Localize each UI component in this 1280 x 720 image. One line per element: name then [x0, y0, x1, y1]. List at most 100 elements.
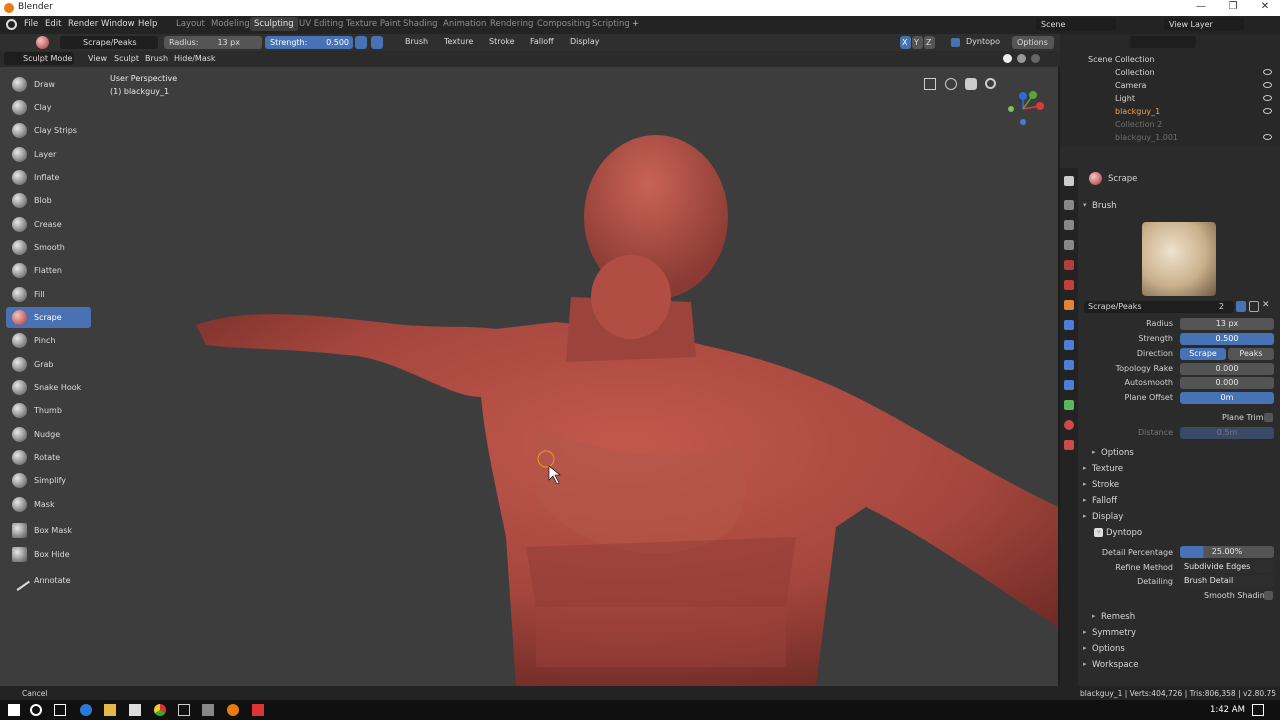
- tool-fill[interactable]: Fill: [6, 284, 91, 305]
- brush-header-menu[interactable]: Brush: [145, 54, 168, 63]
- plane-trim-checkbox[interactable]: [1264, 413, 1273, 422]
- direction-peaks-button[interactable]: Peaks: [1228, 348, 1274, 360]
- minimize-button[interactable]: —: [1186, 1, 1216, 15]
- tool-grab[interactable]: Grab: [6, 354, 91, 375]
- object-tab-icon[interactable]: [1064, 300, 1074, 310]
- symmetry-panel-header[interactable]: Symmetry: [1083, 628, 1136, 638]
- blender-menu-icon[interactable]: [6, 19, 17, 30]
- tab-animation[interactable]: Animation: [439, 19, 490, 29]
- tool-box-hide[interactable]: Box Hide: [6, 544, 91, 565]
- view-layer-selector[interactable]: View Layer: [1164, 18, 1244, 31]
- tab-rendering[interactable]: Rendering: [486, 19, 537, 29]
- menu-edit[interactable]: Edit: [45, 19, 61, 29]
- radius-field[interactable]: Radius: 13 px: [164, 36, 262, 49]
- visibility-eye-icon[interactable]: [1263, 69, 1272, 75]
- dyntopo-panel-header[interactable]: Dyntopo: [1097, 528, 1142, 538]
- tool-smooth[interactable]: Smooth: [6, 237, 91, 258]
- view-layer-tab-icon[interactable]: [1064, 240, 1074, 250]
- tool-crease[interactable]: Crease: [6, 214, 91, 235]
- detail-percentage-field[interactable]: 25.00%: [1180, 546, 1274, 558]
- add-direction-icon[interactable]: [371, 36, 383, 49]
- mail-icon[interactable]: [178, 704, 190, 716]
- tab-scripting[interactable]: Scripting: [588, 19, 634, 29]
- tab-texture-paint[interactable]: Texture Paint: [342, 19, 405, 29]
- strength-field[interactable]: Strength: 0.500: [265, 36, 353, 49]
- axis-z-toggle[interactable]: Z: [924, 36, 935, 49]
- tool-mask[interactable]: Mask: [6, 494, 91, 515]
- outliner-row[interactable]: Collection: [1060, 67, 1280, 80]
- outliner-row[interactable]: Collection 2: [1060, 119, 1280, 132]
- 3d-viewport[interactable]: User Perspective (1) blackguy_1: [96, 67, 1058, 686]
- visibility-eye-icon[interactable]: [1263, 95, 1272, 101]
- texture-menu[interactable]: Texture: [444, 37, 473, 46]
- stroke-menu[interactable]: Stroke: [489, 37, 515, 46]
- tab-shading[interactable]: Shading: [399, 19, 442, 29]
- tab-compositing[interactable]: Compositing: [533, 19, 594, 29]
- outliner-search-input[interactable]: [1130, 36, 1196, 48]
- brush-preview-image[interactable]: [1142, 222, 1216, 296]
- tool-simplify[interactable]: Simplify: [6, 470, 91, 491]
- tool-annotate[interactable]: Annotate: [6, 570, 91, 591]
- pan-hand-icon[interactable]: [965, 78, 977, 90]
- tool-pinch[interactable]: Pinch: [6, 330, 91, 351]
- duplicate-brush-icon[interactable]: [1249, 301, 1259, 312]
- tool-blob[interactable]: Blob: [6, 190, 91, 211]
- close-window-button[interactable]: ✕: [1250, 1, 1280, 15]
- tool-tab-icon[interactable]: [1064, 176, 1074, 186]
- brush-panel-header[interactable]: Brush: [1083, 201, 1116, 211]
- tab-layout[interactable]: Layout: [172, 19, 209, 29]
- tool-draw[interactable]: Draw: [6, 74, 91, 95]
- tool-flatten[interactable]: Flatten: [6, 260, 91, 281]
- sculpt-menu[interactable]: Sculpt: [114, 54, 139, 63]
- visibility-eye-icon[interactable]: [1263, 134, 1272, 140]
- world-tab-icon[interactable]: [1064, 280, 1074, 290]
- axis-y-toggle[interactable]: Y: [912, 36, 923, 49]
- radius-prop-field[interactable]: 13 px: [1180, 318, 1274, 330]
- fake-user-shield-icon[interactable]: [1236, 301, 1246, 312]
- visibility-eye-icon[interactable]: [1263, 108, 1272, 114]
- outliner-row[interactable]: blackguy_1.001: [1060, 132, 1280, 145]
- solid-shading-icon[interactable]: [1003, 54, 1012, 63]
- dyntopo-menu[interactable]: Dyntopo: [966, 37, 1000, 46]
- dyntopo-checkbox[interactable]: [951, 38, 960, 47]
- blender-taskbar-icon[interactable]: [227, 704, 239, 716]
- brush-icon[interactable]: [36, 36, 49, 49]
- recorder-icon[interactable]: [252, 704, 264, 716]
- smooth-shading-checkbox[interactable]: [1264, 591, 1273, 600]
- camera-view-icon[interactable]: [945, 78, 957, 90]
- tool-box-mask[interactable]: Box Mask: [6, 520, 91, 541]
- menu-window[interactable]: Window: [101, 19, 135, 29]
- autosmooth-field[interactable]: 0.000: [1180, 377, 1274, 389]
- tab-sculpting[interactable]: Sculpting: [250, 17, 298, 31]
- app-icon[interactable]: [202, 704, 214, 716]
- falloff-menu[interactable]: Falloff: [530, 37, 554, 46]
- menu-render[interactable]: Render: [68, 19, 98, 29]
- outliner-row[interactable]: blackguy_1: [1060, 106, 1280, 119]
- output-tab-icon[interactable]: [1064, 220, 1074, 230]
- tool-inflate[interactable]: Inflate: [6, 167, 91, 188]
- tool-clay-strips[interactable]: Clay Strips: [6, 120, 91, 141]
- topology-rake-field[interactable]: 0.000: [1180, 363, 1274, 375]
- brush-menu[interactable]: Brush: [405, 37, 428, 46]
- mode-selector[interactable]: Sculpt Mode: [4, 52, 74, 65]
- refine-method-select[interactable]: Subdivide Edges: [1180, 561, 1274, 573]
- distance-field[interactable]: 0.5m: [1180, 427, 1274, 439]
- tab-uv-editing[interactable]: UV Editing: [295, 19, 347, 29]
- remesh-subpanel[interactable]: Remesh: [1092, 612, 1135, 622]
- notifications-icon[interactable]: [1252, 704, 1264, 716]
- tab-modeling[interactable]: Modeling: [207, 19, 254, 29]
- menu-file[interactable]: File: [24, 19, 38, 29]
- texture-panel-header[interactable]: Texture: [1083, 464, 1123, 474]
- outliner-row[interactable]: Light: [1060, 93, 1280, 106]
- windows-start-icon[interactable]: [8, 704, 20, 716]
- store-icon[interactable]: [129, 704, 141, 716]
- scene-tab-icon[interactable]: [1064, 260, 1074, 270]
- brush-datablock-field[interactable]: Scrape/Peaks 2: [1084, 301, 1234, 313]
- scene-selector[interactable]: Scene: [1036, 18, 1116, 31]
- edge-browser-icon[interactable]: [80, 704, 92, 716]
- display-panel-header[interactable]: Display: [1083, 512, 1123, 522]
- rendered-shading-icon[interactable]: [1031, 54, 1040, 63]
- options-panel-header[interactable]: Options: [1083, 644, 1125, 654]
- zoom-icon[interactable]: [985, 78, 996, 89]
- plane-offset-field[interactable]: 0m: [1180, 392, 1274, 404]
